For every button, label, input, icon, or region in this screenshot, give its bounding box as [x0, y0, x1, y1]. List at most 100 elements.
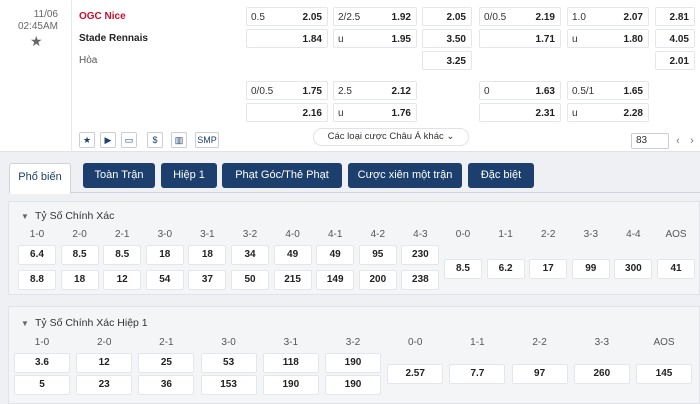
odds-price: 4.05 [669, 34, 689, 45]
odds-cell[interactable]: 0.5 2.05 [246, 7, 328, 26]
odds-cell[interactable]: u 1.80 [567, 29, 649, 48]
score-odds[interactable]: 190 [325, 353, 381, 373]
odds-price: 1.95 [391, 34, 411, 45]
score-odds[interactable]: 53 [200, 353, 257, 373]
score-odds[interactable]: 8.5 [60, 245, 99, 265]
score-odds[interactable]: 12 [103, 270, 142, 290]
chevron-left-icon[interactable]: ‹ [672, 133, 684, 149]
odds-cell[interactable]: 1.84 [246, 29, 328, 48]
score-header: 3-1 [200, 229, 215, 240]
score-odds[interactable]: 8.5 [103, 245, 142, 265]
score-odds[interactable]: 149 [316, 270, 355, 290]
score-odds[interactable]: 8.8 [18, 270, 56, 290]
odds-cell[interactable]: u 1.95 [333, 29, 417, 48]
score-odds[interactable]: 12 [76, 353, 133, 373]
score-header: 4-2 [370, 229, 386, 240]
score-odds[interactable]: 260 [573, 364, 630, 384]
score-odds[interactable]: 23 [76, 375, 133, 395]
score-odds[interactable]: 97 [511, 364, 568, 384]
odds-cell[interactable]: 2.81 [655, 7, 695, 26]
score-odds[interactable]: 36 [138, 375, 195, 395]
score-odds[interactable]: 300 [614, 259, 653, 279]
odds-price: 2.81 [669, 12, 689, 23]
odds-cell[interactable]: 4.05 [655, 29, 695, 48]
odds-cell[interactable]: 2/2.5 1.92 [333, 7, 417, 26]
score-odds[interactable]: 238 [401, 270, 440, 290]
score-odds[interactable]: 6.4 [18, 245, 56, 265]
score-header: 4-3 [413, 229, 428, 240]
score-odds[interactable]: 49 [273, 245, 312, 265]
dollar-icon[interactable]: $ [147, 132, 163, 148]
chevron-down-icon: ⌄ [446, 131, 455, 142]
score-odds[interactable]: 18 [145, 245, 184, 265]
odds-cell[interactable]: 3.25 [422, 51, 472, 70]
chevron-down-icon[interactable]: ▼ [21, 319, 29, 328]
tab-special[interactable]: Đặc biệt [468, 163, 534, 188]
score-odds[interactable]: 17 [529, 259, 568, 279]
score-odds[interactable]: 6.2 [486, 259, 525, 279]
tab-corners-cards[interactable]: Phạt Góc/Thẻ Phạt [222, 163, 342, 188]
odds-cell[interactable]: 2.16 [246, 103, 328, 122]
score-odds[interactable]: 190 [262, 375, 319, 395]
panel-title[interactable]: Tỷ Số Chính Xác [35, 210, 114, 222]
score-odds[interactable]: 3.6 [14, 353, 70, 373]
score-header: 2-2 [540, 229, 556, 240]
odds-price: 2.31 [535, 108, 555, 119]
smp-button[interactable]: SMP [195, 132, 219, 148]
score-odds[interactable]: 25 [138, 353, 195, 373]
score-odds[interactable]: 50 [231, 270, 269, 290]
odds-cell[interactable]: 2.05 [422, 7, 472, 26]
play-icon[interactable]: ▶ [100, 132, 116, 148]
favorite-star-icon[interactable]: ★ [79, 132, 95, 148]
page-icon[interactable]: ▭ [121, 132, 137, 148]
score-odds[interactable]: 118 [262, 353, 319, 373]
score-odds[interactable]: 2.57 [387, 364, 444, 384]
score-odds[interactable]: 7.7 [449, 364, 506, 384]
odds-cell[interactable]: 2.01 [655, 51, 695, 70]
odds-cell[interactable]: 2.5 2.12 [333, 81, 417, 100]
more-markets-button[interactable]: Các loại cược Châu Á khác ⌄ [313, 128, 469, 146]
home-team-name[interactable]: OGC Nice [79, 11, 126, 22]
score-odds[interactable]: 215 [273, 270, 312, 290]
tab-first-half[interactable]: Hiệp 1 [161, 163, 217, 188]
score-odds[interactable]: 54 [145, 270, 184, 290]
score-odds[interactable]: 230 [401, 245, 440, 265]
score-header: 2-2 [532, 337, 547, 348]
odds-cell[interactable]: 0.5/1 1.65 [567, 81, 649, 100]
score-odds[interactable]: 34 [231, 245, 269, 265]
score-odds[interactable]: 99 [571, 259, 610, 279]
odds-cell[interactable]: u 1.76 [333, 103, 417, 122]
chevron-down-icon[interactable]: ▼ [21, 212, 29, 221]
odds-cell[interactable]: 2.31 [479, 103, 561, 122]
odds-cell[interactable]: 0 1.63 [479, 81, 561, 100]
score-odds[interactable]: 8.5 [444, 259, 482, 279]
score-odds[interactable]: 18 [188, 245, 227, 265]
panel-title[interactable]: Tỷ Số Chính Xác Hiệp 1 [35, 317, 148, 329]
odds-cell[interactable]: 0/0.5 1.75 [246, 81, 328, 100]
odds-cell[interactable]: 1.0 2.07 [567, 7, 649, 26]
stats-chart-icon[interactable]: ▥ [171, 132, 187, 148]
correct-score-h1-panel: ▼ Tỷ Số Chính Xác Hiệp 1 1-0 2-0 2-1 3-0 3-1… [8, 306, 700, 404]
score-header: AOS [653, 337, 675, 348]
score-odds[interactable]: 200 [358, 270, 397, 290]
score-odds[interactable]: 18 [60, 270, 99, 290]
favorite-star-icon[interactable]: ★ [30, 34, 43, 48]
score-odds[interactable]: 37 [188, 270, 227, 290]
market-count[interactable]: 83 [631, 133, 669, 149]
chevron-right-icon[interactable]: › [686, 133, 698, 149]
score-odds[interactable]: 153 [200, 375, 257, 395]
odds-cell[interactable]: 0/0.5 2.19 [479, 7, 561, 26]
score-odds[interactable]: 190 [325, 375, 381, 395]
tab-same-game-parlay[interactable]: Cược xiên một trận [348, 163, 462, 188]
score-odds[interactable]: 49 [316, 245, 355, 265]
score-odds[interactable]: 145 [636, 364, 692, 384]
score-odds[interactable]: 5 [14, 375, 70, 395]
score-odds[interactable]: 41 [657, 259, 695, 279]
away-team-name: Stade Rennais [79, 33, 148, 44]
odds-cell[interactable]: u 2.28 [567, 103, 649, 122]
tab-popular[interactable]: Phổ biến [9, 163, 71, 194]
odds-cell[interactable]: 3.50 [422, 29, 472, 48]
score-odds[interactable]: 95 [358, 245, 397, 265]
odds-cell[interactable]: 1.71 [479, 29, 561, 48]
tab-full-time[interactable]: Toàn Trận [83, 163, 155, 188]
